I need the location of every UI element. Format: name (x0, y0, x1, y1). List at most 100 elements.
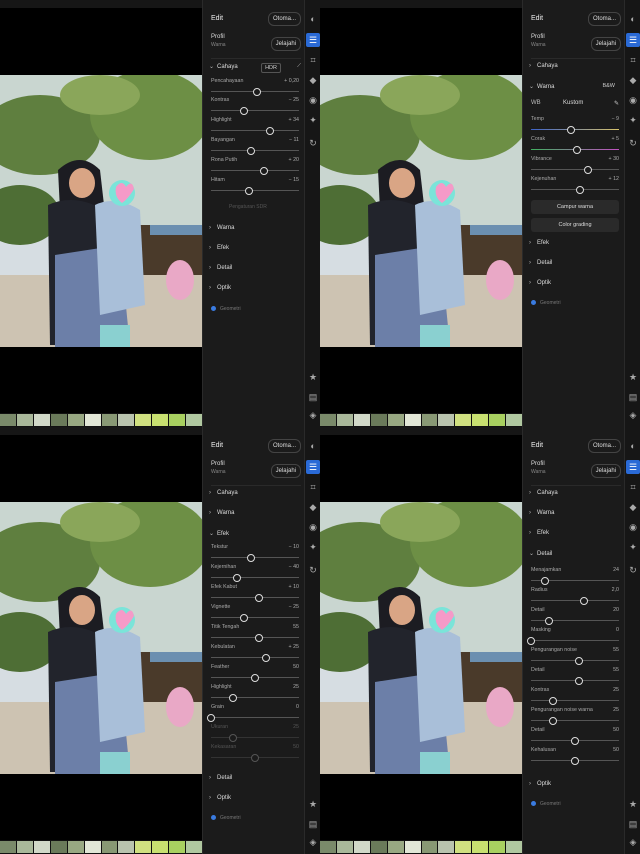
versions-icon[interactable]: ↻ (628, 138, 638, 148)
slider-track[interactable] (211, 170, 299, 171)
auto-button[interactable]: Otoma... (587, 439, 621, 453)
filmstrip-thumbnail[interactable] (370, 841, 387, 853)
color-grading-button[interactable]: Color grading (531, 218, 619, 232)
section-warna[interactable]: › Warna (209, 225, 301, 241)
filmstrip[interactable] (0, 413, 203, 427)
filmstrip-thumbnail[interactable] (118, 414, 135, 426)
photo-canvas[interactable] (320, 75, 522, 347)
slider-knob[interactable] (240, 107, 249, 115)
slider-track[interactable] (531, 720, 619, 721)
slider-track[interactable] (211, 150, 299, 151)
slider-knob[interactable] (259, 167, 268, 175)
slider-row[interactable]: Kontras − 25 (211, 97, 299, 117)
slider-knob[interactable] (567, 126, 576, 134)
slider-row[interactable]: Efek Kabut + 10 (211, 584, 299, 604)
slider-knob[interactable] (233, 574, 242, 582)
comment-icon[interactable]: ▤ (308, 392, 318, 402)
section-cahaya[interactable]: › Cahaya (209, 490, 301, 506)
filmstrip-thumbnail[interactable] (16, 414, 33, 426)
slider-row[interactable]: Kejenuhan + 12 (531, 176, 619, 196)
slider-track[interactable] (211, 130, 299, 131)
slider-row[interactable]: Kehalusan 50 (531, 747, 619, 767)
section-optik[interactable]: › Optik (529, 781, 621, 797)
section-detail[interactable]: › Detail (529, 260, 621, 276)
filmstrip-thumbnail[interactable] (0, 414, 16, 426)
filmstrip-thumbnail[interactable] (152, 414, 169, 426)
presets-icon[interactable]: ◐ (308, 14, 318, 24)
slider-row[interactable]: Pencahayaan + 0,20 (211, 78, 299, 98)
filmstrip-thumbnail[interactable] (506, 414, 523, 426)
slider-row[interactable]: Detail 55 (531, 667, 619, 687)
filmstrip-thumbnail[interactable] (135, 841, 152, 853)
filmstrip-thumbnail[interactable] (33, 841, 50, 853)
crop-icon[interactable]: ⌗ (308, 482, 318, 492)
filmstrip-thumbnail[interactable] (387, 414, 404, 426)
filmstrip-thumbnail[interactable] (135, 414, 152, 426)
slider-knob[interactable] (549, 697, 557, 705)
slider-track[interactable] (211, 657, 299, 658)
slider-row[interactable]: Kejernihan − 40 (211, 564, 299, 584)
slider-row[interactable]: Pengurangan noise 55 (531, 647, 619, 667)
slider-knob[interactable] (244, 187, 253, 195)
slider-track[interactable] (531, 169, 619, 170)
section-optik[interactable]: › Optik (529, 280, 621, 296)
slider-row[interactable]: Temp − 9 (531, 116, 619, 136)
section-optik[interactable]: › Optik (209, 285, 301, 301)
slider-knob[interactable] (246, 147, 255, 155)
slider-track[interactable] (531, 600, 619, 601)
filmstrip-thumbnail[interactable] (118, 841, 135, 853)
browse-button[interactable]: Jelajahi (590, 464, 621, 478)
versions-icon[interactable]: ↻ (628, 565, 638, 575)
section-optik[interactable]: › Optik (209, 795, 301, 811)
browse-button[interactable]: Jelajahi (270, 37, 301, 51)
filmstrip-thumbnail[interactable] (67, 841, 84, 853)
slider-knob[interactable] (252, 88, 261, 96)
filmstrip[interactable] (0, 840, 203, 854)
slider-track[interactable] (531, 640, 619, 641)
wb-select[interactable]: Kustom (563, 100, 583, 106)
slider-track[interactable] (211, 557, 299, 558)
redeye-icon[interactable]: ✦ (628, 542, 638, 552)
filmstrip-thumbnail[interactable] (370, 414, 387, 426)
filmstrip-thumbnail[interactable] (489, 414, 506, 426)
tag-icon[interactable]: ◈ (628, 837, 638, 847)
filmstrip-thumbnail[interactable] (50, 414, 67, 426)
photo-canvas[interactable] (320, 502, 522, 774)
slider-row[interactable]: Radius 2,0 (531, 587, 619, 607)
filmstrip-thumbnail[interactable] (67, 414, 84, 426)
section-detail[interactable]: › Detail (209, 775, 301, 791)
filmstrip-thumbnail[interactable] (506, 841, 523, 853)
slider-row[interactable]: Kebulatan + 25 (211, 644, 299, 664)
slider-row[interactable]: Grain 0 (207, 704, 299, 724)
presets-icon[interactable]: ◐ (628, 14, 638, 24)
filmstrip-thumbnail[interactable] (84, 841, 101, 853)
filmstrip[interactable] (320, 413, 523, 427)
geometri-row[interactable]: Geometri (211, 306, 241, 312)
slider-row[interactable]: Corak + 5 (531, 136, 619, 156)
redeye-icon[interactable]: ✦ (628, 115, 638, 125)
slider-row[interactable]: Vignette − 25 (211, 604, 299, 624)
slider-track[interactable] (211, 190, 299, 191)
color-mix-button[interactable]: Campur warna (531, 200, 619, 214)
hdr-toggle[interactable]: HDR (261, 63, 281, 73)
masking-icon[interactable]: ◉ (628, 95, 638, 105)
slider-row[interactable]: Feather 50 (211, 664, 299, 684)
section-cahaya[interactable]: › Cahaya (529, 63, 621, 79)
filmstrip-thumbnail[interactable] (101, 841, 118, 853)
crop-icon[interactable]: ⌗ (628, 55, 638, 65)
slider-track[interactable] (211, 110, 299, 111)
slider-knob[interactable] (575, 657, 584, 665)
presets-icon[interactable]: ◐ (308, 441, 318, 451)
wb-row[interactable]: WB Kustom ✎ (531, 100, 619, 112)
filmstrip-thumbnail[interactable] (16, 841, 33, 853)
slider-row[interactable]: Detail 50 (531, 727, 619, 747)
filmstrip-thumbnail[interactable] (472, 841, 489, 853)
filmstrip-thumbnail[interactable] (186, 841, 203, 853)
bw-toggle[interactable]: B&W (602, 83, 615, 89)
masking-icon[interactable]: ◉ (308, 95, 318, 105)
slider-knob[interactable] (229, 694, 237, 702)
filmstrip-thumbnail[interactable] (84, 414, 101, 426)
slider-row[interactable]: Highlight 25 (211, 684, 299, 704)
slider-knob[interactable] (571, 737, 579, 745)
slider-knob[interactable] (541, 577, 550, 585)
